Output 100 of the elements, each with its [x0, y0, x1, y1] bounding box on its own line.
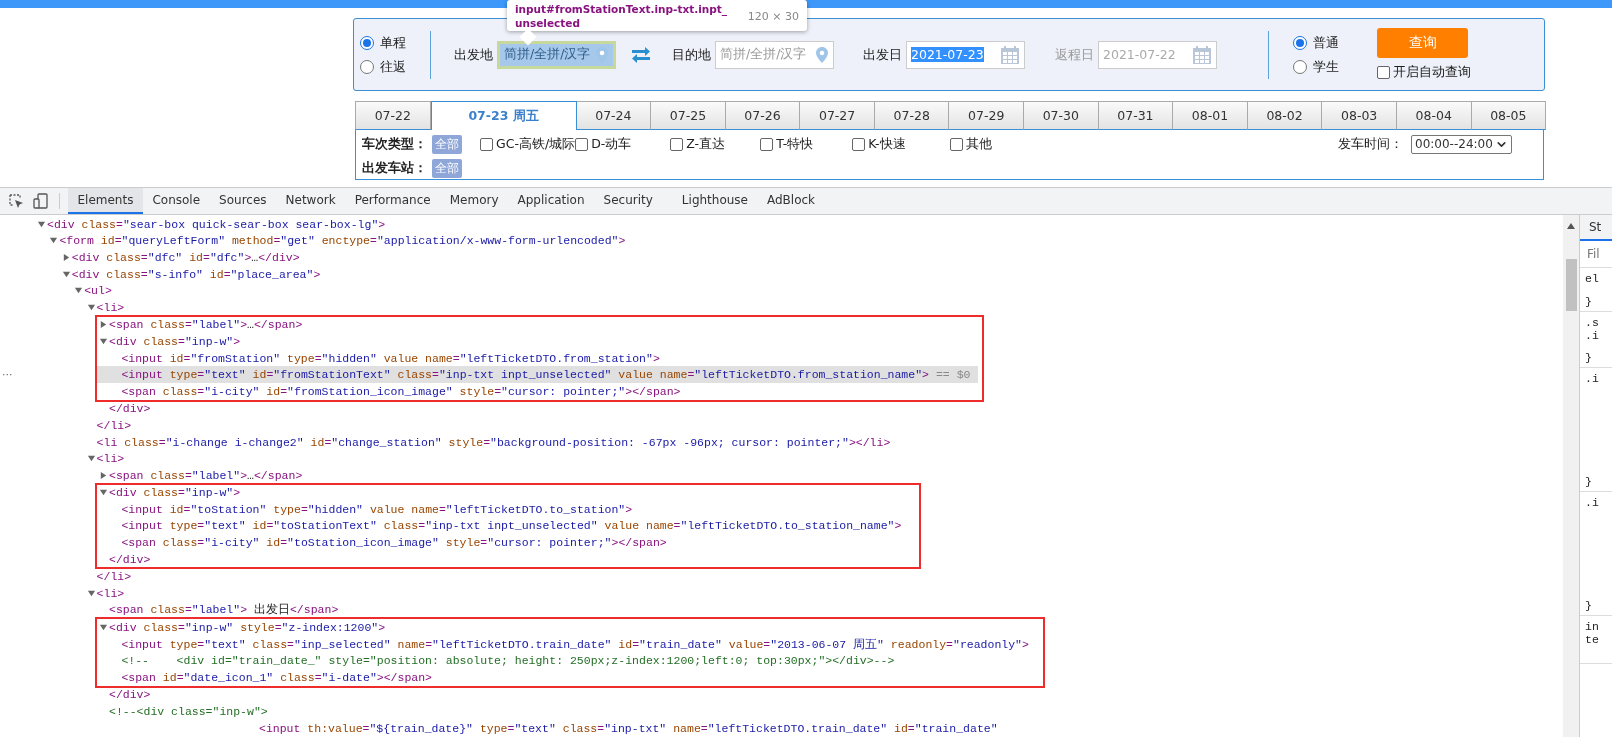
- devtools-tab[interactable]: Memory: [440, 188, 508, 214]
- devtools-tab[interactable]: Network: [276, 188, 346, 214]
- devtools-tab[interactable]: Security: [594, 188, 663, 214]
- html-code-line: <li>: [96, 300, 125, 314]
- collapse-triangle-icon[interactable]: [99, 488, 108, 498]
- date-tab[interactable]: 07-27: [800, 101, 875, 130]
- radio-option[interactable]: 单程: [360, 31, 406, 54]
- element-size: 120 × 30: [747, 10, 799, 25]
- radio-option[interactable]: 普通: [1293, 31, 1339, 54]
- collapse-triangle-icon[interactable]: [99, 623, 108, 633]
- dom-node-row[interactable]: <li class="i-change i-change2" id="change_station" style="background-position: -67px -96px; cursor: pointer;"></li>: [0, 433, 1563, 451]
- dom-node-row[interactable]: <li>: [0, 585, 1563, 602]
- filter-label: 发车时间：: [1338, 135, 1403, 153]
- dom-node-row[interactable]: <input th:value="${train_date}" type="text" class="inp-txt" name="leftTicketDTO.train_date" id="train_date": [0, 719, 1563, 737]
- date-tab[interactable]: 07-22: [355, 101, 431, 130]
- dom-node-row[interactable]: <span class="label">…</span>: [97, 316, 979, 334]
- dom-node-row[interactable]: <span class="i-city" id="toStation_icon_image" style="cursor: pointer;"></span>: [97, 534, 910, 551]
- dom-node-row[interactable]: </li>: [0, 417, 1563, 434]
- date-tab[interactable]: 08-01: [1173, 101, 1248, 130]
- expand-triangle-icon[interactable]: [99, 470, 108, 480]
- dom-node-row[interactable]: <li>: [0, 298, 1563, 316]
- devtools-tab[interactable]: Sources: [209, 188, 277, 214]
- expand-triangle-icon[interactable]: [99, 320, 108, 330]
- devtools-tab[interactable]: Elements: [68, 188, 143, 214]
- dom-node-row[interactable]: <!-- <div id="train_date_" style="position: absolute; height: 250px;z-index:1200;left:0; top:30px;"></div>-->: [97, 652, 1037, 670]
- devtools-tab[interactable]: Console: [142, 188, 210, 214]
- radio-option[interactable]: 学生: [1293, 55, 1339, 78]
- scroll-thumb[interactable]: [1565, 259, 1577, 311]
- dom-node-row[interactable]: </div>: [0, 400, 1563, 418]
- dom-node-row[interactable]: <div class="sear-box quick-sear-box sear-box-lg">: [0, 216, 1563, 233]
- collapse-triangle-icon[interactable]: [86, 588, 96, 598]
- train-type-checkbox[interactable]: Z-直达: [670, 135, 761, 153]
- devtools-tab[interactable]: Performance: [345, 188, 441, 214]
- train-type-checkbox[interactable]: 其他: [950, 135, 1011, 153]
- devtools-tab[interactable]: AdBlock: [757, 188, 825, 214]
- html-code-line: </div>: [109, 688, 151, 702]
- filter-label: 车次类型：: [362, 135, 428, 153]
- collapse-triangle-icon[interactable]: [86, 302, 96, 312]
- filter-field[interactable]: Fil: [1580, 241, 1612, 268]
- dom-node-row[interactable]: <div class="s-info" id="place_area">: [0, 265, 1563, 283]
- date-tab[interactable]: 07-24: [576, 101, 652, 130]
- collapse-triangle-icon[interactable]: [37, 219, 46, 229]
- dom-node-row[interactable]: <span id="date_icon_1" class="i-date"></span>: [97, 669, 1037, 686]
- train-type-checkbox[interactable]: D-动车: [575, 135, 671, 153]
- train-type-checkbox[interactable]: T-特快: [760, 135, 853, 153]
- collapse-triangle-icon[interactable]: [74, 286, 84, 296]
- date-tab[interactable]: 07-30: [1024, 101, 1099, 130]
- console-ref: == $0: [935, 368, 971, 382]
- dom-node-row[interactable]: <span class="i-city" id="fromStation_icon_image" style="cursor: pointer;"></span>: [97, 382, 979, 400]
- selector-text: input#fromStationText.inp-txt.inpt_: [515, 2, 728, 16]
- date-tab[interactable]: 08-03: [1322, 101, 1397, 130]
- collapse-triangle-icon[interactable]: [86, 454, 96, 464]
- devtools-tab[interactable]: Lighthouse: [672, 188, 758, 214]
- date-tab[interactable]: 07-25: [651, 101, 726, 130]
- collapse-triangle-icon[interactable]: [49, 236, 59, 246]
- date-tab[interactable]: 07-31: [1098, 101, 1174, 130]
- node-actions-dots[interactable]: ···: [2, 368, 13, 382]
- train-type-checkbox[interactable]: GC-高铁/城际: [480, 135, 576, 153]
- expand-triangle-icon[interactable]: [61, 253, 71, 262]
- time-select[interactable]: 00:00--24:00: [1411, 134, 1512, 154]
- dom-node-row[interactable]: <span class="label"> 出发日</span>: [0, 601, 1563, 619]
- dom-node-row[interactable]: <input id="fromStation" type="hidden" value name="leftTicketDTO.from_station">: [97, 349, 979, 367]
- dom-node-row[interactable]: </li>: [0, 568, 1563, 586]
- date-tab[interactable]: 07-26: [725, 101, 801, 130]
- dom-node-row[interactable]: <div class="inp-w">: [97, 333, 979, 350]
- dom-node-row[interactable]: <input type="text" id="toStationText" class="inp-txt inpt_unselected" value name="leftTicketDTO.to_station_name">: [97, 517, 910, 535]
- html-code-line: </li>: [96, 570, 132, 584]
- radio-option[interactable]: 往返: [360, 55, 406, 78]
- dom-node-row[interactable]: <li>: [0, 450, 1563, 467]
- dom-node-row[interactable]: <ul>: [0, 282, 1563, 299]
- dom-node-row[interactable]: <form id="queryLeftForm" method="get" enctype="application/x-www-form-urlencoded">: [0, 232, 1563, 250]
- dom-node-row[interactable]: </div>: [97, 550, 910, 568]
- dom-node-row[interactable]: <span class="label">…</span>: [0, 466, 1563, 484]
- html-code-line: <input type="text" id="fromStationText" class="inp-txt inpt_unselected" value name="leftTicketDTO.from_station_name">: [121, 368, 929, 382]
- html-code-line: <span class="label"> 出发日</span>: [109, 602, 339, 618]
- date-tab[interactable]: 07-28: [874, 101, 950, 130]
- auto-query-checkbox[interactable]: 开启自动查询: [1377, 64, 1471, 81]
- inspect-cursor-icon[interactable]: [8, 193, 24, 209]
- dom-node-row[interactable]: <!--<div class="inp-w">: [0, 703, 1563, 720]
- date-tab[interactable]: 08-04: [1396, 101, 1472, 130]
- train-type-checkbox[interactable]: K-快速: [852, 135, 951, 153]
- scrollbar[interactable]: [1563, 215, 1580, 737]
- scroll-up-icon[interactable]: [1567, 223, 1575, 229]
- date-tab[interactable]: 08-02: [1247, 101, 1323, 130]
- html-code-line: <div class="sear-box quick-sear-box sear-box-lg">: [47, 217, 386, 231]
- dom-node-row[interactable]: <div class="dfc" id="dfc">…</div>: [0, 249, 1563, 266]
- device-toggle-icon[interactable]: [33, 193, 49, 209]
- date-tab[interactable]: 07-23 周五: [430, 101, 577, 130]
- date-tab[interactable]: 08-05: [1471, 101, 1547, 130]
- styles-tab[interactable]: St: [1580, 215, 1612, 241]
- collapse-triangle-icon[interactable]: [99, 336, 108, 346]
- collapse-triangle-icon[interactable]: [61, 269, 71, 279]
- swap-arrows-icon[interactable]: [630, 45, 652, 64]
- dom-node-row[interactable]: <input id="toStation" type="hidden" value name="leftTicketDTO.to_station">: [97, 501, 910, 518]
- date-tab[interactable]: 07-29: [949, 101, 1025, 130]
- dom-node-row[interactable]: </div>: [0, 686, 1563, 704]
- dom-node-row[interactable]: <div class="inp-w">: [97, 484, 910, 502]
- station-field[interactable]: 简拼/全拼/汉字: [497, 40, 616, 69]
- dom-node-row[interactable]: <div class="inp-w" style="z-index:1200">: [97, 619, 1037, 636]
- devtools-tab[interactable]: Application: [508, 188, 595, 214]
